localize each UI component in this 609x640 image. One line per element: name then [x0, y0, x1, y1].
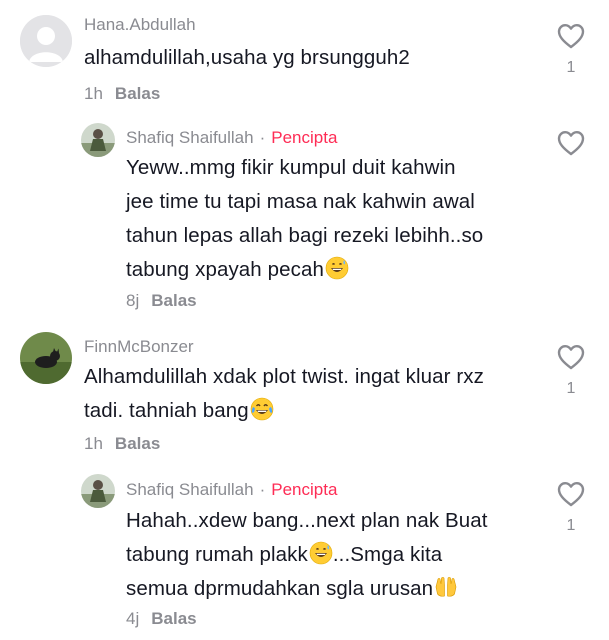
like-count: 1	[566, 380, 576, 397]
comment-text-body: Alhamdulillah xdak plot twist. ingat klu…	[84, 365, 484, 422]
comment-time: 4j	[126, 609, 140, 628]
comment-text-body: Yeww..mmg fikir kumpul duit kahwin jee t…	[126, 156, 484, 281]
user-avatar[interactable]	[81, 474, 115, 508]
grinning-sweat-emoji	[325, 256, 349, 280]
comment-meta: 1h Balas	[84, 84, 160, 104]
like-button[interactable]	[554, 130, 588, 156]
comment-time: 8j	[126, 291, 140, 310]
raised-hands-emoji	[435, 576, 457, 597]
comment-text: Hahah..xdew bang...next plan nak Buat ta…	[126, 504, 488, 606]
like-button[interactable]: 1	[554, 23, 588, 77]
reply-button[interactable]: Balas	[151, 609, 196, 628]
user-avatar[interactable]	[20, 332, 72, 384]
reply-button[interactable]: Balas	[115, 84, 160, 103]
comment-username: FinnMcBonzer	[84, 337, 194, 357]
heart-icon	[557, 345, 585, 370]
tears-of-joy-emoji	[250, 397, 274, 421]
comment-text: Alhamdulillah xdak plot twist. ingat klu…	[84, 360, 484, 428]
badge-separator: ·	[259, 128, 266, 147]
comment-meta: 1h Balas	[84, 434, 160, 454]
grinning-sweat-emoji	[309, 541, 333, 565]
like-button[interactable]: 1	[554, 481, 588, 535]
reply-button[interactable]: Balas	[151, 291, 196, 310]
creator-badge: Pencipta	[271, 480, 338, 499]
comment-meta: 8j Balas	[126, 291, 197, 311]
heart-icon	[557, 24, 585, 49]
heart-icon	[557, 482, 585, 507]
creator-badge: Pencipta	[271, 128, 338, 147]
comment-time: 1h	[84, 434, 103, 453]
user-avatar[interactable]	[81, 123, 115, 157]
like-count: 1	[566, 517, 576, 534]
username-text[interactable]: FinnMcBonzer	[84, 337, 194, 356]
like-button[interactable]: 1	[554, 344, 588, 398]
comment-time: 1h	[84, 84, 103, 103]
comment-text: Yeww..mmg fikir kumpul duit kahwin jee t…	[126, 151, 483, 287]
username-text[interactable]: Hana.Abdullah	[84, 15, 196, 34]
comment-meta: 4j Balas	[126, 609, 197, 629]
default-avatar-icon[interactable]	[20, 15, 72, 67]
badge-separator: ·	[259, 480, 266, 499]
username-text[interactable]: Shafiq Shaifullah	[126, 128, 254, 147]
heart-icon	[557, 131, 585, 156]
like-count: 1	[566, 59, 576, 76]
comment-username: Shafiq Shaifullah · Pencipta	[126, 480, 337, 500]
reply-button[interactable]: Balas	[115, 434, 160, 453]
username-text[interactable]: Shafiq Shaifullah	[126, 480, 254, 499]
comment-username[interactable]: Hana.Abdullah	[84, 15, 196, 35]
comment-text: alhamdulillah,usaha yg brsungguh2	[84, 46, 410, 69]
comment-username: Shafiq Shaifullah · Pencipta	[126, 128, 337, 148]
